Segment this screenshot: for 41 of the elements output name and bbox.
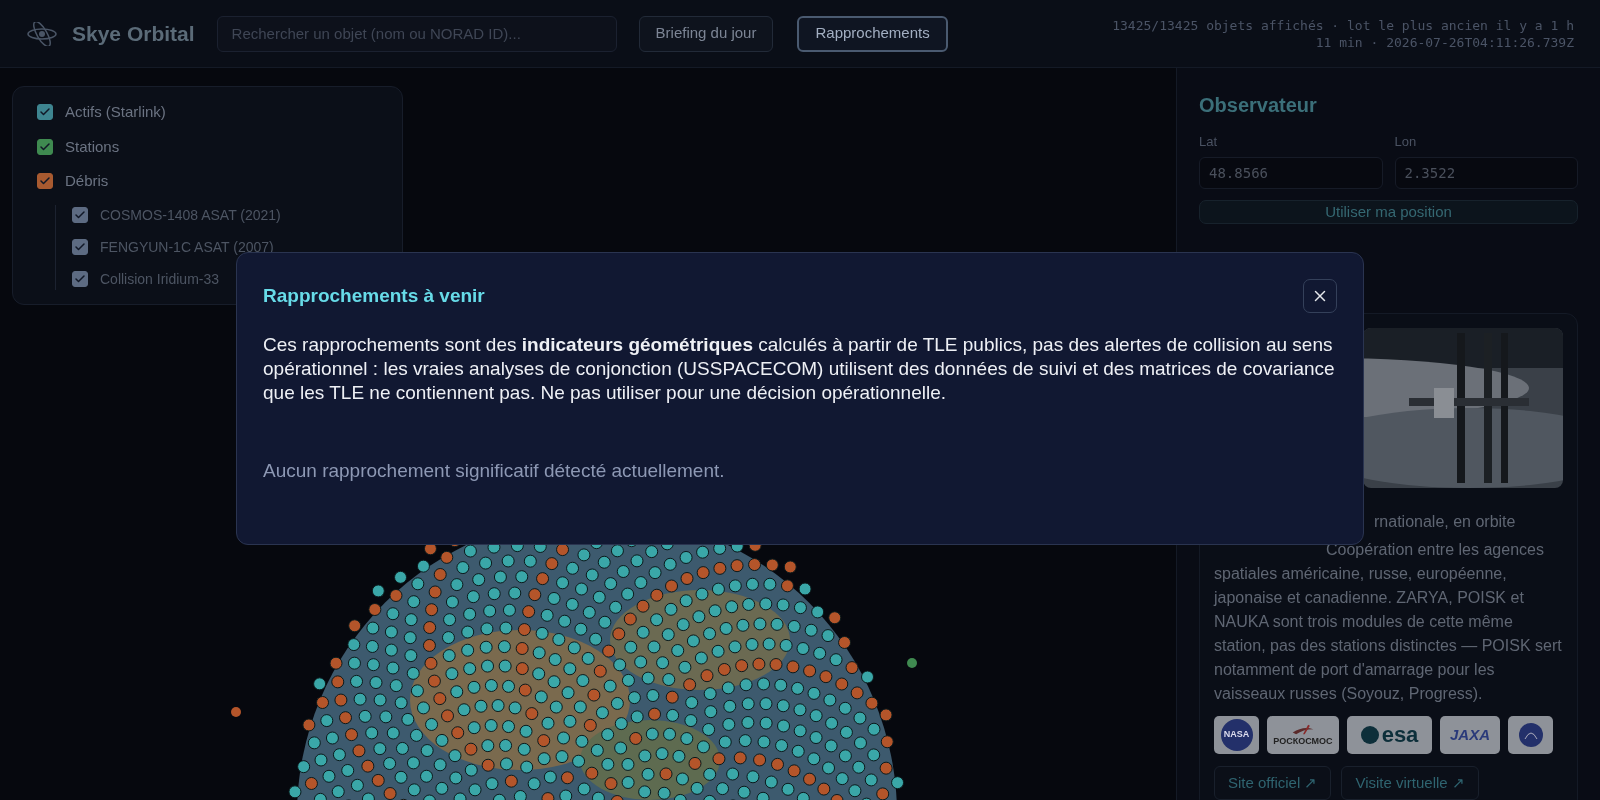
station-description: rnationale, en orbite [1374, 512, 1516, 532]
coordinate-field[interactable]: 48.8566 [1199, 156, 1383, 189]
agency-logo: JAXA [1440, 716, 1500, 754]
nav-button[interactable]: Briefing du jour [638, 15, 774, 52]
modal-title: Rapprochements à venir [263, 283, 485, 308]
agency-logo: NASA [1214, 716, 1259, 754]
check-icon [74, 209, 86, 221]
layer-label: COSMOS-1408 ASAT (2021) [100, 205, 281, 225]
location-button[interactable]: Utiliser ma position [1199, 199, 1578, 224]
layer-label: FENGYUN-1C ASAT (2007) [100, 237, 274, 257]
checkbox[interactable] [72, 271, 88, 287]
atom-icon [26, 21, 58, 46]
status-text: 11 min · 2026-07-26T04:11:26.739Z [1315, 33, 1574, 51]
checkbox[interactable] [37, 104, 53, 121]
checkbox[interactable] [72, 239, 88, 255]
modal-body: Ces rapprochements sont des indicateurs géométriques calculés à partir de TLE publics, pas des alertes de collision au sens opérationnel : les vraies analyses de conjonction (USSPACECOM) utilisent des données de suivi et des matrices de covariance que les TLE ne contiennent pas. Ne pas utiliser pour une décision opérationnelle. [263, 333, 1336, 405]
check-icon [39, 140, 51, 153]
agency-emblem-icon [1518, 723, 1543, 747]
layer-label: Collision Iridium-33 [100, 269, 220, 289]
field-label: Lon [1394, 133, 1418, 151]
field-label: Lat [1199, 133, 1219, 151]
status-text: 13425/13425 objets affichés · lot le plus ancien il y a 1 h [1112, 16, 1574, 34]
layer-label: Débris [65, 171, 109, 191]
external-link[interactable]: Site officiel ↗ [1214, 766, 1332, 800]
empty-message: Aucun rapprochement significatif détecté actuellement. [263, 459, 726, 483]
close-button[interactable] [1303, 279, 1337, 313]
app-title: Skye Orbital [72, 20, 195, 47]
layer-label: Stations [65, 136, 120, 157]
checkbox[interactable] [37, 173, 53, 190]
section-title: Observateur [1199, 93, 1318, 118]
check-icon [74, 273, 86, 285]
nav-button[interactable]: Rapprochements [797, 15, 948, 52]
agency-logo: esa [1347, 716, 1432, 754]
coordinate-field[interactable]: 2.3522 [1394, 156, 1578, 189]
external-link[interactable]: Visite virtuelle ↗ [1341, 766, 1479, 800]
agency-logo: РОСКОСМОС [1267, 716, 1339, 754]
checkbox[interactable] [37, 138, 53, 155]
checkbox[interactable] [72, 207, 88, 223]
layer-label: Actifs (Starlink) [65, 102, 166, 122]
check-icon [74, 241, 86, 253]
station-description: Coopération entre les agences spatiales américaine, russe, européenne, japonaise et canadienne. ZARYA, POISK et NAUKA sont trois modules de cette même station, pas des stations distinctes — POISK sert notamment de port d'amarrage pour les vaisseaux russes (Soyouz, Progress). [1214, 540, 1563, 704]
